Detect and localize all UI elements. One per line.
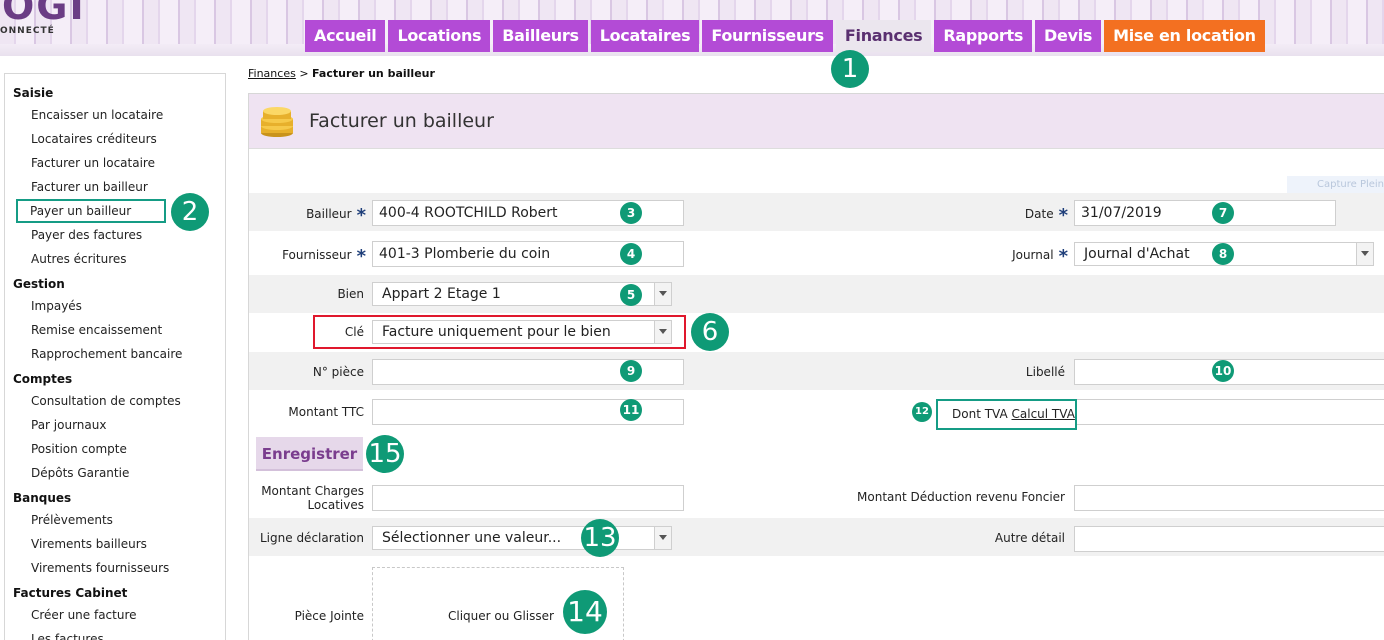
capture-button[interactable]: Capture Plein xyxy=(1287,176,1384,194)
annotation-badge: 10 xyxy=(1212,360,1234,382)
date-field[interactable]: 31/07/2019 xyxy=(1074,200,1336,226)
annotation-badge: 11 xyxy=(620,399,642,421)
main-nav: Accueil Locations Bailleurs Locataires F… xyxy=(305,20,1265,52)
required-icon: * xyxy=(1058,205,1068,226)
tab-fournisseurs[interactable]: Fournisseurs xyxy=(702,20,833,52)
annotation-badge: 15 xyxy=(366,435,404,473)
ligne-declaration-value: Sélectionner une valeur... xyxy=(382,530,562,546)
annotation-badge: 8 xyxy=(1212,243,1234,265)
journal-label: Journal * xyxy=(1012,246,1068,267)
cle-select[interactable]: Facture uniquement pour le bien xyxy=(372,320,672,344)
annotation-badge: 3 xyxy=(620,202,642,224)
journal-select-value: Journal d'Achat xyxy=(1084,246,1190,262)
tab-devis[interactable]: Devis xyxy=(1035,20,1102,52)
libelle-label: Libellé xyxy=(1025,365,1065,379)
tab-rapports[interactable]: Rapports xyxy=(934,20,1033,52)
annotation-badge: 13 xyxy=(581,519,619,557)
annotation-badge: 6 xyxy=(691,313,729,351)
dont-tva-box: Dont TVA Calcul TVA xyxy=(936,399,1077,430)
breadcrumb-link-finances[interactable]: Finances xyxy=(248,67,296,80)
app-logo[interactable]: OGI ONNECTÉ xyxy=(0,0,84,44)
sidebar-item-virements-bailleurs[interactable]: Virements bailleurs xyxy=(5,532,225,556)
montant-ttc-label: Montant TTC xyxy=(288,405,364,419)
tab-finances[interactable]: Finances xyxy=(835,20,932,52)
montant-charges-label: Montant Charges Locatives xyxy=(261,484,364,512)
sidebar-group-saisie: Saisie xyxy=(13,86,54,100)
breadcrumb-separator: > xyxy=(299,67,309,80)
cle-select-value: Facture uniquement pour le bien xyxy=(382,324,611,340)
fournisseur-label: Fournisseur * xyxy=(282,246,366,267)
breadcrumb-current: Facturer un bailleur xyxy=(312,67,435,80)
chevron-down-icon xyxy=(654,283,671,305)
tab-accueil[interactable]: Accueil xyxy=(305,20,386,52)
coins-icon xyxy=(261,107,293,137)
dont-tva-label: Dont TVA xyxy=(952,407,1008,421)
autre-detail-field[interactable] xyxy=(1074,526,1384,552)
ligne-declaration-label: Ligne déclaration xyxy=(260,531,364,545)
tab-locations[interactable]: Locations xyxy=(388,20,491,52)
n-piece-label: N° pièce xyxy=(312,365,364,379)
logo-subtitle: ONNECTÉ xyxy=(0,26,55,36)
bailleur-label: Bailleur * xyxy=(306,205,366,226)
annotation-badge: 9 xyxy=(620,360,642,382)
sidebar-item-remise-encaissement[interactable]: Remise encaissement xyxy=(5,318,225,342)
sidebar-item-impayes[interactable]: Impayés xyxy=(5,294,225,318)
sidebar-group-gestion: Gestion xyxy=(13,277,65,291)
sidebar-item-consultation-comptes[interactable]: Consultation de comptes xyxy=(5,389,225,413)
deduction-label: Montant Déduction revenu Foncier xyxy=(857,490,1065,504)
sidebar-item-virements-fournisseurs[interactable]: Virements fournisseurs xyxy=(5,556,225,580)
tab-mise-en-location[interactable]: Mise en location xyxy=(1104,20,1265,52)
panel-header: Facturer un bailleur xyxy=(249,94,1384,149)
annotation-badge: 5 xyxy=(620,284,642,306)
piece-jointe-label: Pièce Jointe xyxy=(294,609,364,623)
cle-label: Clé xyxy=(344,325,364,339)
chevron-down-icon xyxy=(654,321,671,343)
sidebar-item-par-journaux[interactable]: Par journaux xyxy=(5,413,225,437)
page-title: Facturer un bailleur xyxy=(309,110,494,132)
ligne-declaration-select[interactable]: Sélectionner une valeur... xyxy=(372,526,672,550)
sidebar-group-banques: Banques xyxy=(13,491,72,505)
sidebar-item-facturer-locataire[interactable]: Facturer un locataire xyxy=(5,151,225,175)
chevron-down-icon xyxy=(1356,243,1373,265)
bien-select-value: Appart 2 Etage 1 xyxy=(382,286,501,302)
sidebar-item-les-factures[interactable]: Les factures xyxy=(5,627,225,640)
deduction-field[interactable] xyxy=(1074,485,1384,511)
sidebar-item-creer-facture[interactable]: Créer une facture xyxy=(5,603,225,627)
annotation-badge: 7 xyxy=(1212,202,1234,224)
annotation-badge: 1 xyxy=(831,50,869,88)
sidebar: Saisie Encaisser un locataire Locataires… xyxy=(4,73,226,640)
tab-locataires[interactable]: Locataires xyxy=(590,20,700,52)
annotation-badge: 4 xyxy=(620,243,642,265)
sidebar-item-label: Payer un bailleur xyxy=(16,199,166,223)
montant-charges-field[interactable] xyxy=(372,485,684,511)
sidebar-item-encaisser-locataire[interactable]: Encaisser un locataire xyxy=(5,103,225,127)
sidebar-item-prelevements[interactable]: Prélèvements xyxy=(5,508,225,532)
tab-bailleurs[interactable]: Bailleurs xyxy=(493,20,588,52)
sidebar-item-locataires-crediteurs[interactable]: Locataires créditeurs xyxy=(5,127,225,151)
required-icon: * xyxy=(356,246,366,267)
sidebar-item-rapprochement-bancaire[interactable]: Rapprochement bancaire xyxy=(5,342,225,366)
dont-tva-field[interactable] xyxy=(1077,399,1384,425)
sidebar-item-position-compte[interactable]: Position compte xyxy=(5,437,225,461)
dropzone-text: Cliquer ou Glisser xyxy=(448,609,554,623)
date-label: Date * xyxy=(1024,205,1068,226)
sidebar-item-autres-ecritures[interactable]: Autres écritures xyxy=(5,247,225,271)
sidebar-group-factures-cabinet: Factures Cabinet xyxy=(13,586,128,600)
save-button[interactable]: Enregistrer xyxy=(256,437,363,471)
chevron-down-icon xyxy=(654,527,671,549)
annotation-badge: 14 xyxy=(563,590,607,634)
breadcrumb: Finances > Facturer un bailleur xyxy=(248,67,435,80)
annotation-badge: 12 xyxy=(912,402,932,422)
required-icon: * xyxy=(1058,246,1068,267)
autre-detail-label: Autre détail xyxy=(994,531,1065,545)
calcul-tva-link[interactable]: Calcul TVA xyxy=(1012,407,1075,421)
sidebar-group-comptes: Comptes xyxy=(13,372,73,386)
bien-label: Bien xyxy=(337,287,364,301)
annotation-badge: 2 xyxy=(171,193,209,231)
logo-mark: OGI xyxy=(2,0,86,28)
required-icon: * xyxy=(356,205,366,226)
sidebar-item-depots-garantie[interactable]: Dépôts Garantie xyxy=(5,461,225,485)
